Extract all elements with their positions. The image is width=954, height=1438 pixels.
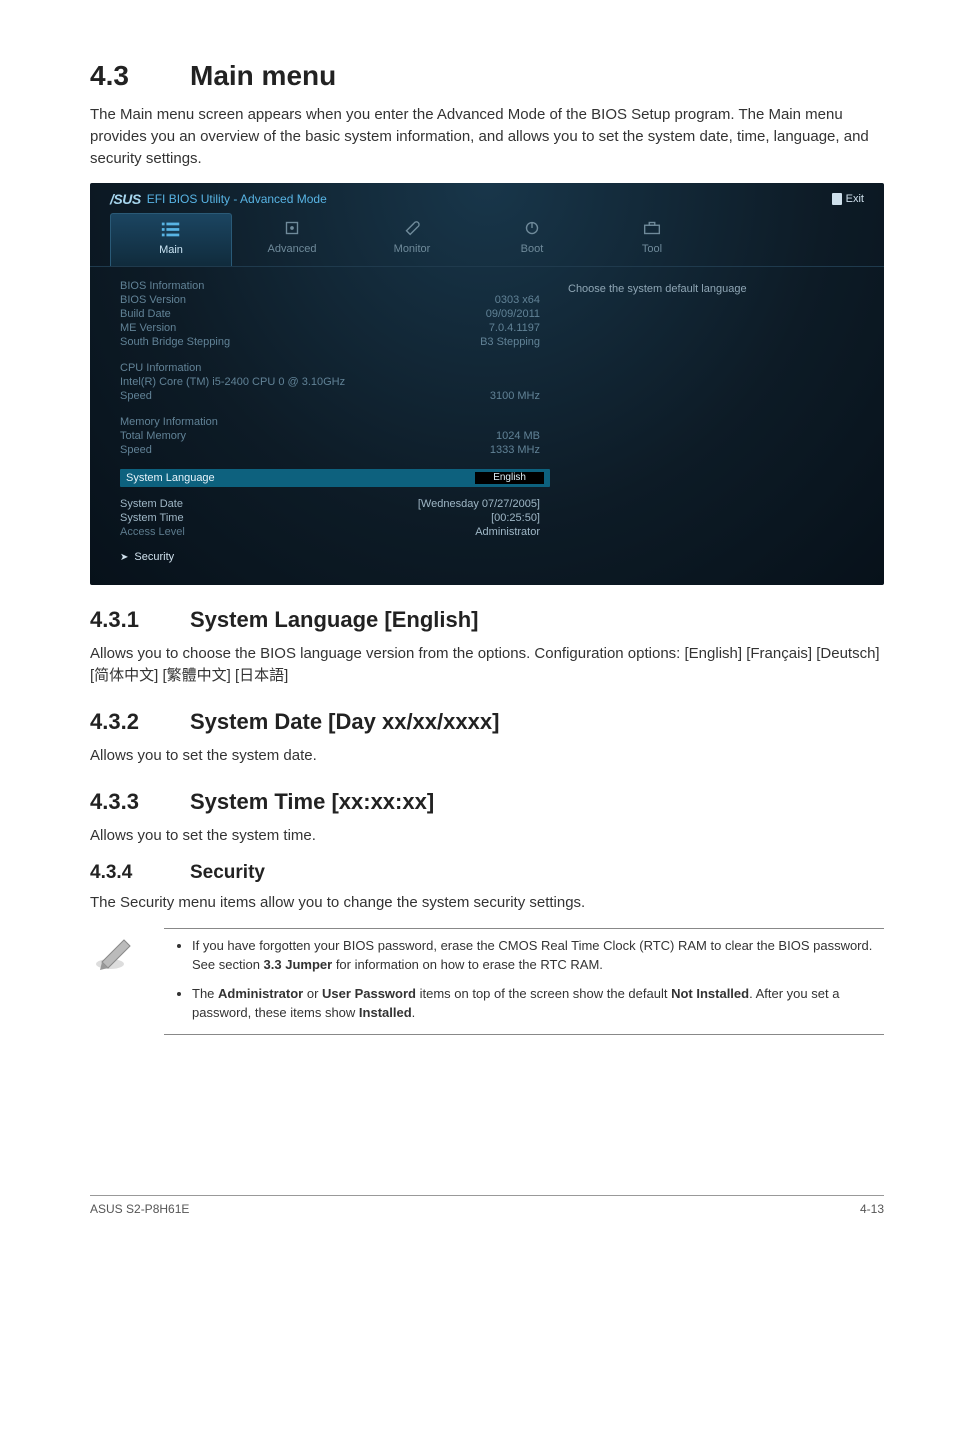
subsection-body: Allows you to choose the BIOS language v… xyxy=(90,643,884,687)
tab-label: Advanced xyxy=(268,243,317,255)
tab-label: Main xyxy=(159,244,183,256)
chip-icon xyxy=(281,219,303,237)
cpu-information-group: CPU Information Intel(R) Core (TM) i5-24… xyxy=(120,361,550,403)
bios-hint-text: Choose the system default language xyxy=(568,283,747,295)
exit-button[interactable]: Exit xyxy=(832,193,864,205)
subsection-heading: 4.3.3System Time [xx:xx:xx] xyxy=(90,789,884,815)
bios-utility-title: EFI BIOS Utility - Advanced Mode xyxy=(147,192,327,206)
table-row: ME Version7.0.4.1197 xyxy=(120,321,550,335)
cpu-model: Intel(R) Core (TM) i5-2400 CPU 0 @ 3.10G… xyxy=(120,376,345,388)
section-number: 4.3 xyxy=(90,60,190,92)
group-header: Memory Information xyxy=(120,416,218,428)
power-icon xyxy=(521,219,543,237)
asus-logo: /SUS xyxy=(110,191,141,207)
tab-advanced[interactable]: Advanced xyxy=(232,213,352,266)
tab-label: Monitor xyxy=(394,243,431,255)
bios-information-group: BIOS Information BIOS Version0303 x64 Bu… xyxy=(120,279,550,349)
system-language-value: English xyxy=(475,472,544,484)
system-date-row[interactable]: System Date[Wednesday 07/27/2005] xyxy=(120,497,550,511)
bios-main-panel: BIOS Information BIOS Version0303 x64 Bu… xyxy=(120,279,550,565)
section-intro: The Main menu screen appears when you en… xyxy=(90,104,884,169)
security-submenu[interactable]: ➤ Security xyxy=(120,549,550,565)
pencil-note-icon xyxy=(94,932,138,972)
list-icon xyxy=(160,220,182,238)
section-heading: 4.3Main menu xyxy=(90,60,884,92)
table-row: BIOS Version0303 x64 xyxy=(120,293,550,307)
note-item: The Administrator or User Password items… xyxy=(192,985,884,1023)
table-row: South Bridge SteppingB3 Stepping xyxy=(120,335,550,349)
memory-information-group: Memory Information Total Memory1024 MB S… xyxy=(120,415,550,457)
bios-hint-panel: Choose the system default language xyxy=(550,279,864,565)
section-title-text: Main menu xyxy=(190,60,336,91)
note-item: If you have forgotten your BIOS password… xyxy=(192,937,884,975)
tab-tool[interactable]: Tool xyxy=(592,213,712,266)
system-language-label: System Language xyxy=(126,472,215,484)
tab-main[interactable]: Main xyxy=(110,213,232,266)
subsection-heading: 4.3.2System Date [Day xx/xx/xxxx] xyxy=(90,709,884,735)
tab-boot[interactable]: Boot xyxy=(472,213,592,266)
security-label: Security xyxy=(134,551,174,563)
bios-titlebar: /SUS EFI BIOS Utility - Advanced Mode Ex… xyxy=(90,183,884,213)
subsection-body: The Security menu items allow you to cha… xyxy=(90,892,884,914)
subsection-heading: 4.3.4Security xyxy=(90,862,884,884)
subsection-body: Allows you to set the system time. xyxy=(90,825,884,847)
table-row: Build Date09/09/2011 xyxy=(120,307,550,321)
tab-label: Tool xyxy=(642,243,662,255)
tab-label: Boot xyxy=(521,243,544,255)
footer-page-number: 4-13 xyxy=(860,1202,884,1216)
exit-label: Exit xyxy=(846,193,864,205)
subsection-heading: 4.3.1System Language [English] xyxy=(90,607,884,633)
system-time-row[interactable]: System Time[00:25:50] xyxy=(120,511,550,525)
toolbox-icon xyxy=(641,219,663,237)
note-callout: If you have forgotten your BIOS password… xyxy=(90,928,884,1035)
footer-product: ASUS S2-P8H61E xyxy=(90,1202,189,1216)
chevron-right-icon: ➤ xyxy=(120,552,128,563)
page-footer: ASUS S2-P8H61E 4-13 xyxy=(90,1195,884,1216)
table-row: Speed3100 MHz xyxy=(120,389,550,403)
subsection-body: Allows you to set the system date. xyxy=(90,745,884,767)
wrench-icon xyxy=(401,219,423,237)
table-row: Speed1333 MHz xyxy=(120,443,550,457)
exit-icon xyxy=(832,193,842,205)
system-language-row[interactable]: System Language English xyxy=(120,469,550,487)
access-level-row: Access LevelAdministrator xyxy=(120,525,550,539)
group-header: CPU Information xyxy=(120,362,201,374)
table-row: Total Memory1024 MB xyxy=(120,429,550,443)
bios-screenshot: /SUS EFI BIOS Utility - Advanced Mode Ex… xyxy=(90,183,884,585)
group-header: BIOS Information xyxy=(120,280,204,292)
bios-tab-bar: Main Advanced Monitor Boot Tool xyxy=(90,213,884,267)
tab-monitor[interactable]: Monitor xyxy=(352,213,472,266)
